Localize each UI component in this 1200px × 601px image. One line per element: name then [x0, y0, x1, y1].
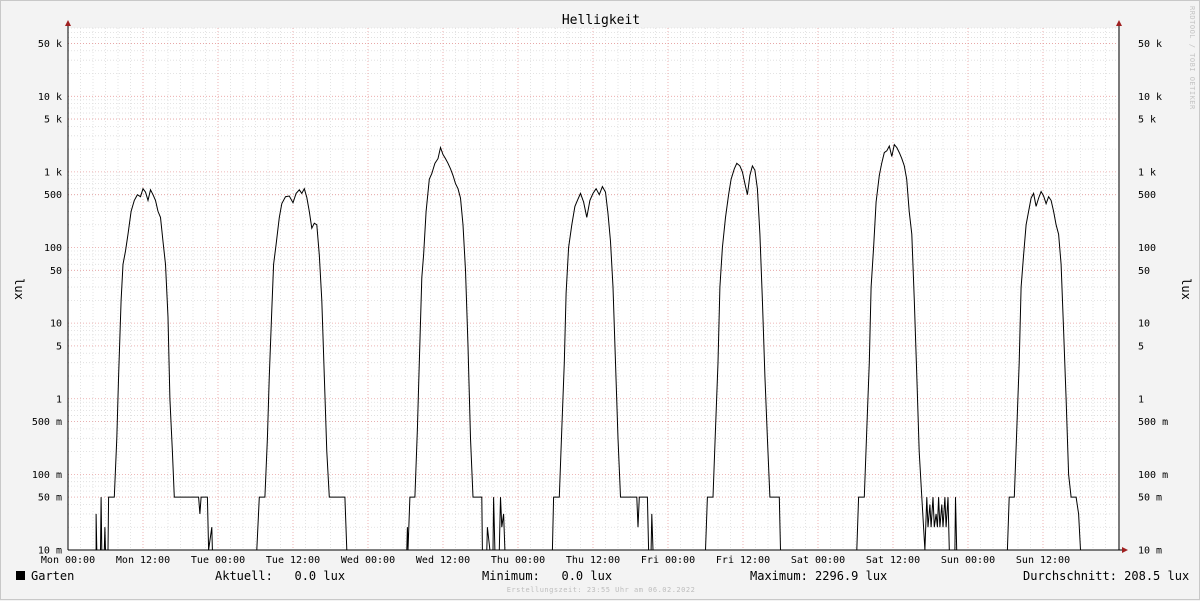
- x-axis-arrow: [1122, 547, 1128, 553]
- y-tick-label-right: 50 k: [1138, 39, 1162, 50]
- y-tick-label-right: 100 m: [1138, 470, 1168, 481]
- legend-series-name: Garten: [31, 569, 75, 583]
- legend: Garten Aktuell: 0.0 lux Minimum: 0.0 lux…: [1, 568, 1200, 586]
- stat-aktuell: Aktuell: 0.0 lux: [215, 569, 346, 583]
- y-tick-label-right: 100: [1138, 243, 1156, 254]
- x-tick-label: Sun 00:00: [941, 555, 995, 566]
- y-tick-label-right: 1: [1138, 394, 1144, 405]
- y-tick-label-left: 1 k: [44, 167, 62, 178]
- y-axis-label-left: lux: [12, 278, 26, 300]
- x-tick-label: Wed 12:00: [416, 555, 470, 566]
- chart-title: Helligkeit: [562, 13, 640, 28]
- y-tick-label-right: 50 m: [1138, 493, 1162, 504]
- y-tick-label-right: 50: [1138, 266, 1150, 277]
- y-tick-label-left: 5: [56, 341, 62, 352]
- stat-durchschnitt: Durchschnitt: 208.5 lux: [1023, 569, 1190, 583]
- y-tick-label-right: 5 k: [1138, 115, 1156, 126]
- y-tick-label-left: 50 m: [38, 493, 62, 504]
- y-tick-label-right: 500: [1138, 190, 1156, 201]
- x-tick-label: Tue 12:00: [266, 555, 320, 566]
- x-tick-label: Sat 12:00: [866, 555, 920, 566]
- y-tick-label-right: 10: [1138, 319, 1150, 330]
- y-tick-label-right: 1 k: [1138, 167, 1156, 178]
- y-tick-label-left: 500: [44, 190, 62, 201]
- y-tick-label-left: 5 k: [44, 115, 62, 126]
- y-axis-arrow-left: [65, 20, 71, 26]
- y-tick-label-right: 5: [1138, 341, 1144, 352]
- stat-maximum: Maximum: 2296.9 lux: [750, 569, 888, 583]
- x-tick-label: Mon 12:00: [116, 555, 170, 566]
- x-tick-label: Sat 00:00: [791, 555, 845, 566]
- y-tick-label-left: 500 m: [32, 417, 62, 428]
- chart-svg: Mon 00:00 Mon 12:00 Tue 00:00 Tue 12:00 Wed …: [12, 13, 1193, 566]
- y-tick-label-left: 100: [44, 243, 62, 254]
- x-tick-label: Sun 12:00: [1016, 555, 1070, 566]
- y-axis-label-right: lux: [1179, 278, 1193, 300]
- x-tick-label: Thu 00:00: [491, 555, 545, 566]
- x-tick-label: Fri 00:00: [641, 555, 695, 566]
- x-tick-label: Thu 12:00: [566, 555, 620, 566]
- legend-swatch: [16, 571, 25, 580]
- y-tick-label-left: 10 m: [38, 546, 62, 557]
- y-tick-label-left: 50: [50, 266, 62, 277]
- watermark: RRDTOOL / TOBI OETIKER: [1188, 6, 1196, 110]
- y-tick-label-right: 10 m: [1138, 546, 1162, 557]
- y-axis-arrow-right: [1116, 20, 1122, 26]
- y-tick-label-left: 10: [50, 319, 62, 330]
- chart-frame: Mon 00:00 Mon 12:00 Tue 00:00 Tue 12:00 Wed …: [0, 0, 1200, 600]
- x-tick-label: Fri 12:00: [716, 555, 770, 566]
- y-tick-label-right: 500 m: [1138, 417, 1168, 428]
- y-tick-label-left: 10 k: [38, 92, 62, 103]
- x-tick-label: Wed 00:00: [341, 555, 395, 566]
- x-tick-label: Tue 00:00: [191, 555, 245, 566]
- y-tick-label-left: 1: [56, 394, 62, 405]
- x-tick-label: Mon 00:00: [41, 555, 95, 566]
- y-tick-label-left: 100 m: [32, 470, 62, 481]
- y-tick-label-right: 10 k: [1138, 92, 1162, 103]
- y-tick-label-left: 50 k: [38, 39, 62, 50]
- footer-timestamp: Erstellungszeit: 23:55 Uhr am 06.02.2022: [506, 586, 696, 594]
- stat-minimum: Minimum: 0.0 lux: [482, 569, 613, 583]
